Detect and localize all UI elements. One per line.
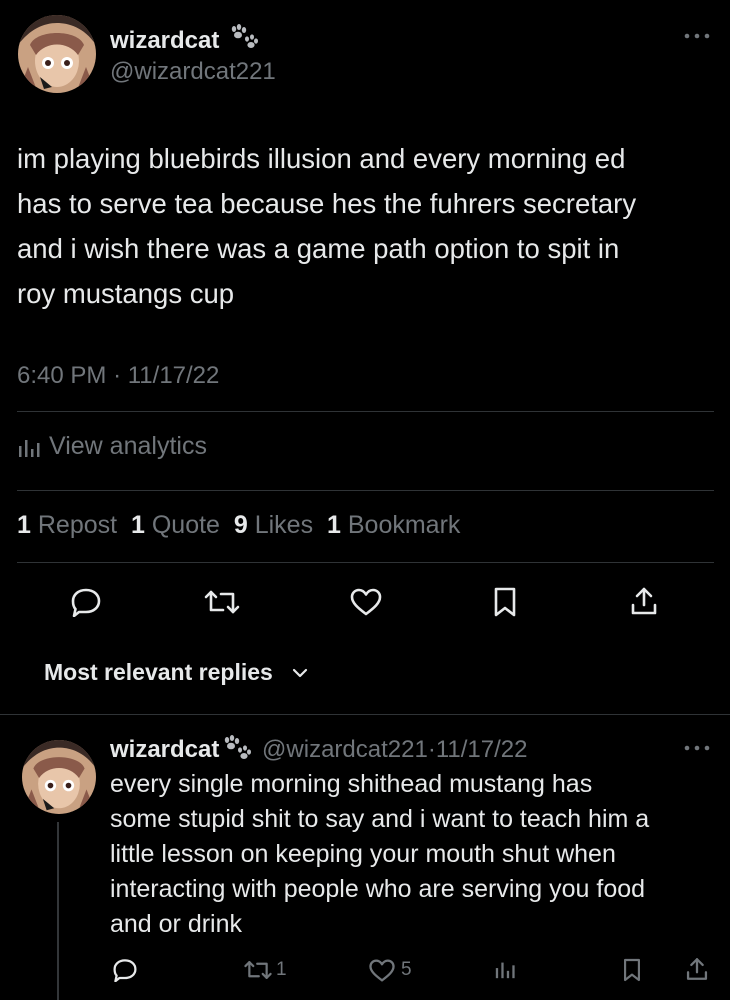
reply-text-line: some stupid shit to say and i want to te… (110, 805, 650, 833)
replies-sort-label: Most relevant replies (44, 659, 273, 685)
reply-text-line: interacting with people who are serving … (110, 875, 646, 903)
repost-icon (244, 961, 272, 979)
divider (17, 411, 714, 412)
avatar[interactable] (18, 15, 96, 93)
tweet-text-line: and i wish there was a game path option … (17, 233, 620, 264)
more-options-icon[interactable] (684, 32, 710, 40)
likes-count: 9 (233, 511, 248, 539)
reply-repost-button[interactable] (243, 959, 273, 981)
heart-icon (369, 959, 395, 982)
reply-reply-button[interactable] (112, 958, 138, 982)
repost-icon (204, 590, 240, 614)
reply-text-line: little lesson on keeping your mouth shut… (110, 840, 616, 868)
reply-text: every single morning shithead mustang ha… (110, 767, 720, 942)
repost-button[interactable] (203, 588, 241, 616)
reply-repost-count: 1 (276, 959, 287, 980)
tweet-text-line: has to serve tea because hes the fuhrers… (17, 188, 637, 219)
reposts-count: 1 (17, 511, 31, 539)
reply-analytics-button[interactable] (494, 958, 516, 980)
avatar-image (18, 15, 96, 93)
tweet-date: 11/17/22 (127, 362, 220, 389)
chevron-down-icon (292, 668, 307, 677)
reposts-label: Repost (37, 511, 118, 539)
bookmark-icon (624, 958, 640, 982)
analytics-icon (495, 962, 515, 979)
tweet-text: im playing bluebirds illusion and every … (17, 136, 717, 316)
view-analytics-label: View analytics (49, 432, 207, 460)
heart-icon (350, 588, 382, 616)
reply-handle[interactable]: @wizardcat221 (262, 736, 428, 763)
reply-bookmark-button[interactable] (622, 957, 642, 983)
tweet-timestamp[interactable]: 6:40 PM · 11/17/22 (17, 362, 219, 390)
likes-stat[interactable]: 9 Likes (234, 511, 313, 539)
reply-share-button[interactable] (684, 956, 710, 982)
paw-prints-icon (225, 735, 252, 759)
quotes-stat[interactable]: 1 Quote (131, 511, 220, 539)
divider (0, 714, 730, 715)
quotes-label: Quote (151, 511, 220, 539)
reply-text-line: and or drink (110, 910, 243, 938)
bookmarks-stat[interactable]: 1 Bookmark (327, 511, 460, 539)
reply-avatar[interactable] (22, 740, 96, 814)
bookmark-button[interactable] (492, 586, 518, 618)
view-analytics-link[interactable]: View analytics (17, 432, 207, 461)
more-options-icon[interactable] (684, 744, 710, 752)
user-handle[interactable]: @wizardcat221 (110, 58, 276, 86)
reposts-stat[interactable]: 1 Repost (17, 511, 117, 539)
tweet-text-line: im playing bluebirds illusion and every … (17, 143, 626, 174)
reply-like-count: 5 (401, 959, 412, 980)
tweet-time: 6:40 PM (17, 362, 107, 389)
paw-prints-icon (231, 24, 259, 48)
reply-button[interactable] (70, 587, 102, 617)
thread-line (57, 822, 59, 1000)
reply-text-line: every single morning shithead mustang ha… (110, 770, 593, 798)
separator-dot: · (113, 362, 122, 389)
reply-date[interactable]: 11/17/22 (436, 736, 528, 763)
separator-dot: · (427, 736, 436, 763)
divider (17, 490, 714, 491)
tweet-text-line: roy mustangs cup (17, 278, 235, 309)
quotes-count: 1 (130, 511, 145, 539)
avatar-image (22, 740, 96, 814)
replies-sort-dropdown[interactable]: Most relevant replies (44, 659, 309, 686)
reply-header: wizardcat @wizardcat221·11/17/22 (110, 733, 527, 764)
share-icon (686, 958, 708, 980)
display-name[interactable]: wizardcat (110, 27, 219, 54)
divider (17, 562, 714, 563)
likes-label: Likes (254, 511, 314, 539)
reply-display-name[interactable]: wizardcat (110, 736, 219, 763)
bookmarks-count: 1 (327, 511, 341, 539)
bookmark-icon (494, 587, 516, 617)
analytics-icon (19, 439, 40, 457)
share-icon (631, 587, 657, 615)
like-button[interactable] (349, 587, 383, 617)
reply-icon (71, 588, 101, 617)
tweet-stats: 1 Repost 1 Quote 9 Likes 1 Bookmark (17, 511, 460, 540)
share-button[interactable] (628, 585, 660, 617)
reply-like-button[interactable] (368, 958, 396, 983)
reply-icon (113, 959, 137, 982)
bookmarks-label: Bookmark (347, 511, 461, 539)
